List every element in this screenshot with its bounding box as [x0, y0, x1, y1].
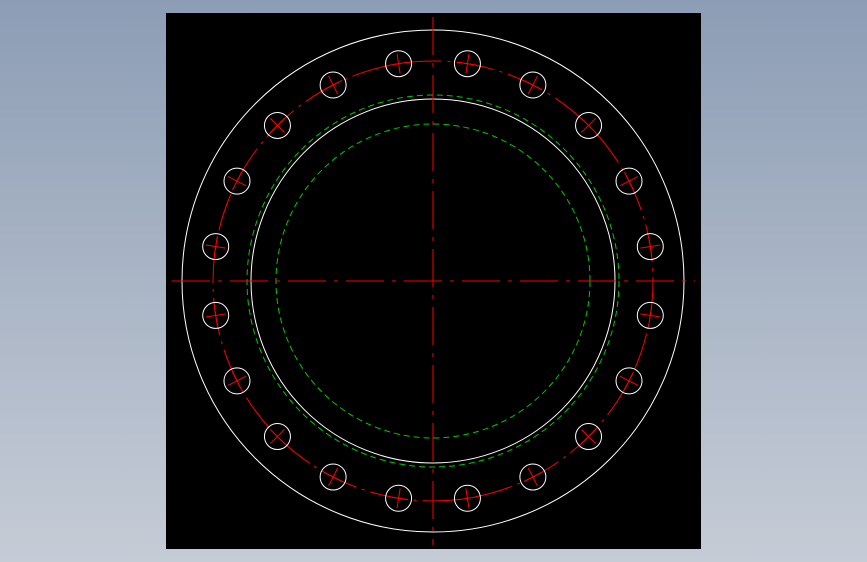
- bolt-hole: [636, 233, 664, 261]
- bolt-hole-tangential-mark: [624, 371, 635, 391]
- bolt-hole: [263, 423, 291, 451]
- bolt-hole: [319, 463, 347, 491]
- bolt-hole-tangential-mark: [624, 171, 635, 191]
- bolt-hole: [202, 233, 230, 261]
- bolt-hole: [385, 484, 413, 512]
- bolt-hole: [223, 367, 251, 395]
- bolt-hole: [202, 301, 230, 329]
- bolt-hole: [385, 50, 413, 78]
- cad-viewport[interactable]: [166, 13, 701, 549]
- bolt-hole: [575, 111, 603, 139]
- bolt-hole: [263, 111, 291, 139]
- bolt-hole: [636, 301, 664, 329]
- bolt-hole: [615, 167, 643, 195]
- bolt-hole-tangential-mark: [523, 79, 543, 90]
- bolt-hole: [453, 50, 481, 78]
- bolt-hole: [223, 167, 251, 195]
- bolt-hole-tangential-mark: [231, 171, 242, 191]
- bolt-hole-tangential-mark: [323, 472, 343, 483]
- bolt-hole: [615, 367, 643, 395]
- bolt-hole: [519, 463, 547, 491]
- flange-drawing: [172, 17, 695, 545]
- bolt-hole: [319, 71, 347, 99]
- bolt-hole-tangential-mark: [231, 371, 242, 391]
- bolt-hole: [575, 423, 603, 451]
- bolt-hole: [453, 484, 481, 512]
- centerline-layer: [172, 17, 695, 545]
- bolt-hole: [519, 71, 547, 99]
- bolt-hole-tangential-mark: [523, 472, 543, 483]
- bolt-hole-tangential-mark: [323, 79, 343, 90]
